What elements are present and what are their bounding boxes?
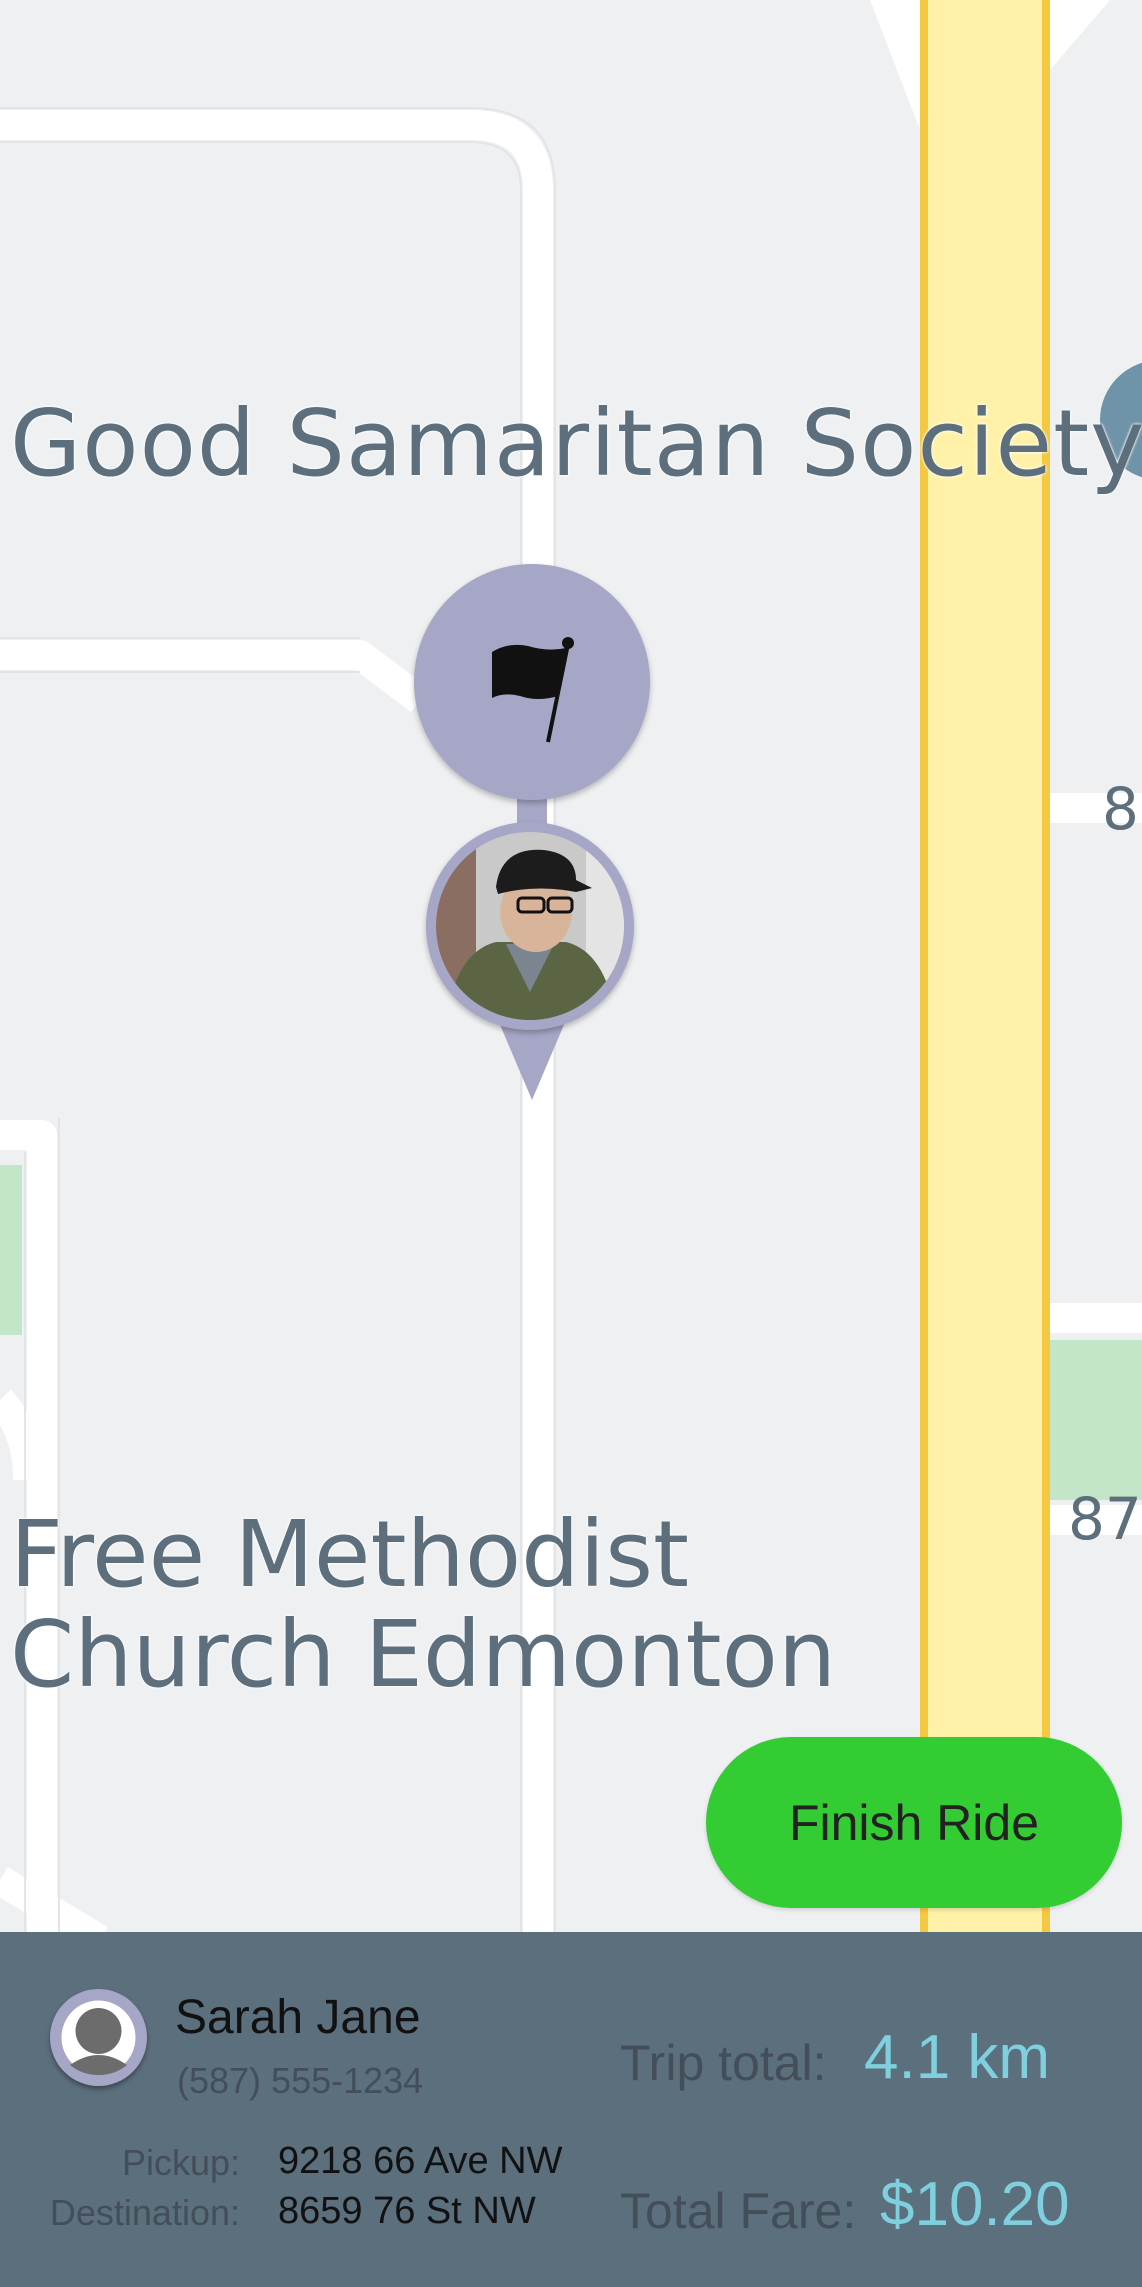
pickup-label: Pickup: [121, 2142, 240, 2183]
rider-photo-marker[interactable] [426, 822, 634, 1030]
road-number-label: 8 [1102, 775, 1139, 843]
pickup-address: 9218 66 Ave NW [278, 2140, 563, 2182]
destination-marker[interactable] [414, 564, 650, 800]
rider-photo [436, 832, 624, 1020]
finish-ride-button[interactable]: Finish Ride [706, 1737, 1122, 1908]
flag-icon [492, 637, 574, 743]
destination-address: 8659 76 St NW [278, 2190, 536, 2232]
map-view[interactable]: Good Samaritan Society Free Methodist Ch… [0, 0, 1142, 1932]
trip-info-panel: Sarah Jane (587) 555-1234 Pickup: 9218 6… [0, 1932, 1142, 2287]
map-label-good-samaritan: Good Samaritan Society [10, 390, 1142, 497]
rider-phone[interactable]: (587) 555-1234 [177, 2060, 423, 2102]
total-fare-label: Total Fare: [620, 2183, 857, 2239]
total-fare-value: $10.20 [880, 2170, 1070, 2239]
rider-avatar[interactable] [50, 1989, 147, 2086]
destination-label: Destination: [49, 2192, 240, 2233]
trip-total-value: 4.1 km [864, 2023, 1051, 2092]
map-label-free-methodist: Free Methodist Church Edmonton [10, 1501, 837, 1708]
rider-name: Sarah Jane [175, 1991, 421, 2044]
road-number-label: 87 [1068, 1485, 1142, 1553]
trip-total-label: Trip total: [620, 2035, 827, 2091]
user-icon [61, 2000, 136, 2075]
driver-location-pin[interactable] [398, 560, 668, 1100]
